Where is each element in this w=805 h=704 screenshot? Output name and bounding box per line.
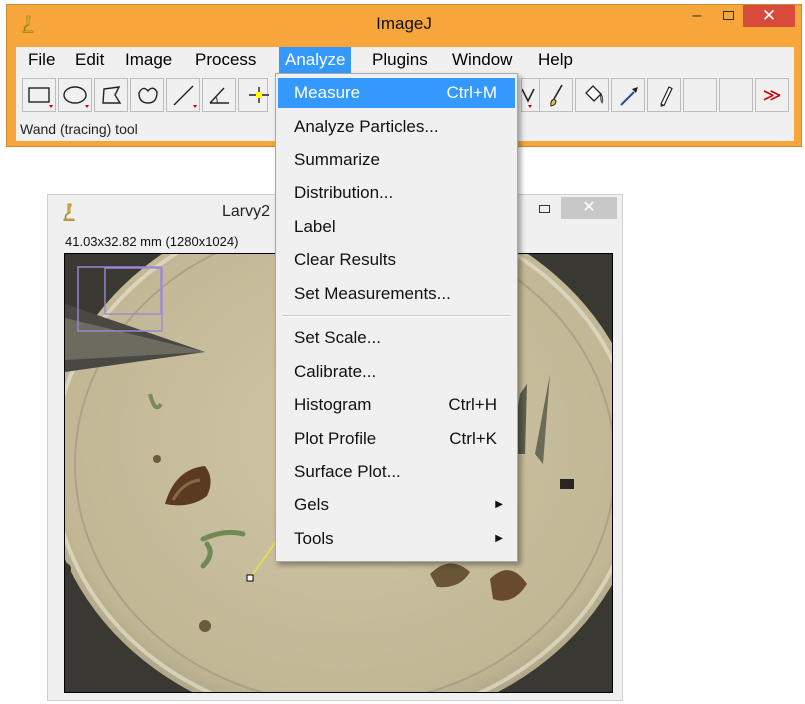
- maximize-icon: [723, 11, 734, 20]
- flood-fill-tool-button[interactable]: [575, 78, 609, 112]
- menu-item-shortcut: Ctrl+K: [449, 429, 497, 448]
- more-tools-icon: ≫: [762, 85, 782, 105]
- menu-image[interactable]: Image: [119, 47, 178, 73]
- menu-process[interactable]: Process: [189, 47, 262, 73]
- menu-file[interactable]: File: [22, 47, 61, 73]
- freehand-tool-button[interactable]: [130, 78, 164, 112]
- rectangle-tool-button[interactable]: [22, 78, 56, 112]
- menu-item-tools[interactable]: Tools ▶: [278, 524, 515, 554]
- point-tool-icon: [249, 87, 269, 103]
- menu-item-label-cmd[interactable]: Label: [278, 212, 515, 242]
- oval-tool-icon: [63, 86, 89, 108]
- freehand-tool-icon: [138, 87, 158, 104]
- empty-tool-slot-2[interactable]: [719, 78, 753, 112]
- angle-tool-button[interactable]: [202, 78, 236, 112]
- menu-item-gels[interactable]: Gels ▶: [278, 490, 515, 520]
- menu-item-label: Summarize: [294, 150, 380, 169]
- menu-item-label: Analyze Particles...: [294, 117, 439, 136]
- menu-item-label: Tools: [294, 529, 334, 548]
- oval-tool-button[interactable]: [58, 78, 92, 112]
- menu-item-set-scale[interactable]: Set Scale...: [278, 323, 515, 353]
- menu-item-analyze-particles[interactable]: Analyze Particles...: [278, 112, 515, 142]
- pencil-tool-icon: [660, 86, 673, 107]
- menu-window[interactable]: Window: [446, 47, 518, 73]
- menu-item-label: Gels: [294, 495, 329, 514]
- minimize-button[interactable]: –: [683, 5, 711, 27]
- menu-plugins[interactable]: Plugins: [366, 47, 434, 73]
- color-picker-button[interactable]: [611, 78, 645, 112]
- menu-item-label: Histogram: [294, 395, 372, 414]
- brush-tool-icon: [550, 84, 563, 107]
- menu-item-label: Distribution...: [294, 183, 394, 202]
- menu-item-label: Clear Results: [294, 250, 397, 269]
- menu-item-measure[interactable]: Measure Ctrl+M: [278, 78, 515, 108]
- microscope-icon: [63, 203, 75, 221]
- image-close-button[interactable]: ✕: [561, 197, 617, 219]
- menu-item-label: Surface Plot...: [294, 462, 401, 481]
- menu-item-plot-profile[interactable]: Plot Profile Ctrl+K: [278, 424, 515, 454]
- angle-tool-icon: [209, 87, 229, 104]
- line-tool-icon: [173, 85, 197, 108]
- menu-analyze[interactable]: Analyze: [279, 47, 352, 73]
- menu-item-shortcut: Ctrl+H: [448, 395, 497, 414]
- color-picker-icon: [620, 87, 638, 106]
- menu-item-label: Calibrate...: [294, 362, 377, 381]
- point-tool-button[interactable]: [238, 78, 269, 112]
- menu-item-calibrate[interactable]: Calibrate...: [278, 357, 515, 387]
- submenu-arrow-icon: ▶: [495, 499, 503, 510]
- menu-item-label: Set Scale...: [294, 328, 381, 347]
- menu-item-shortcut: Ctrl+M: [446, 83, 497, 102]
- window-title: ImageJ: [376, 14, 432, 33]
- more-tools-button[interactable]: ≫: [755, 78, 789, 112]
- menu-item-set-measurements[interactable]: Set Measurements...: [278, 279, 515, 309]
- menu-item-label: Measure: [294, 83, 361, 102]
- maximize-button[interactable]: [713, 5, 741, 27]
- rectangle-tool-icon: [28, 87, 53, 108]
- polygon-tool-icon: [102, 86, 122, 104]
- menu-item-label: Set Measurements...: [294, 284, 451, 303]
- polygon-tool-button[interactable]: [94, 78, 128, 112]
- menu-item-clear-results[interactable]: Clear Results: [278, 245, 515, 275]
- menu-item-distribution[interactable]: Distribution...: [278, 178, 515, 208]
- menu-item-summarize[interactable]: Summarize: [278, 145, 515, 175]
- menu-help[interactable]: Help: [532, 47, 579, 73]
- menu-item-label: Plot Profile: [294, 429, 377, 448]
- line-tool-button[interactable]: [166, 78, 200, 112]
- flood-fill-icon: [585, 85, 604, 104]
- image-maximize-button[interactable]: [529, 197, 559, 219]
- menu-bar: File Edit Image Process Analyze Plugins …: [16, 47, 794, 73]
- analyze-menu: Measure Ctrl+M Analyze Particles... Summ…: [275, 73, 518, 562]
- brush-tool-button[interactable]: [539, 78, 573, 112]
- menu-separator: [282, 315, 511, 317]
- image-info-label: 41.03x32.82 mm (1280x1024): [65, 234, 239, 249]
- menu-item-histogram[interactable]: Histogram Ctrl+H: [278, 390, 515, 420]
- menu-item-label: Label: [294, 217, 336, 236]
- submenu-arrow-icon: ▶: [495, 533, 503, 544]
- pencil-tool-button[interactable]: [647, 78, 681, 112]
- title-bar[interactable]: ImageJ – ✕: [7, 5, 801, 43]
- empty-tool-slot-1[interactable]: [683, 78, 717, 112]
- menu-edit[interactable]: Edit: [69, 47, 110, 73]
- close-button[interactable]: ✕: [743, 5, 795, 27]
- menu-item-surface-plot[interactable]: Surface Plot...: [278, 457, 515, 487]
- maximize-icon: [539, 205, 550, 213]
- image-window-title: Larvy2: [222, 203, 271, 220]
